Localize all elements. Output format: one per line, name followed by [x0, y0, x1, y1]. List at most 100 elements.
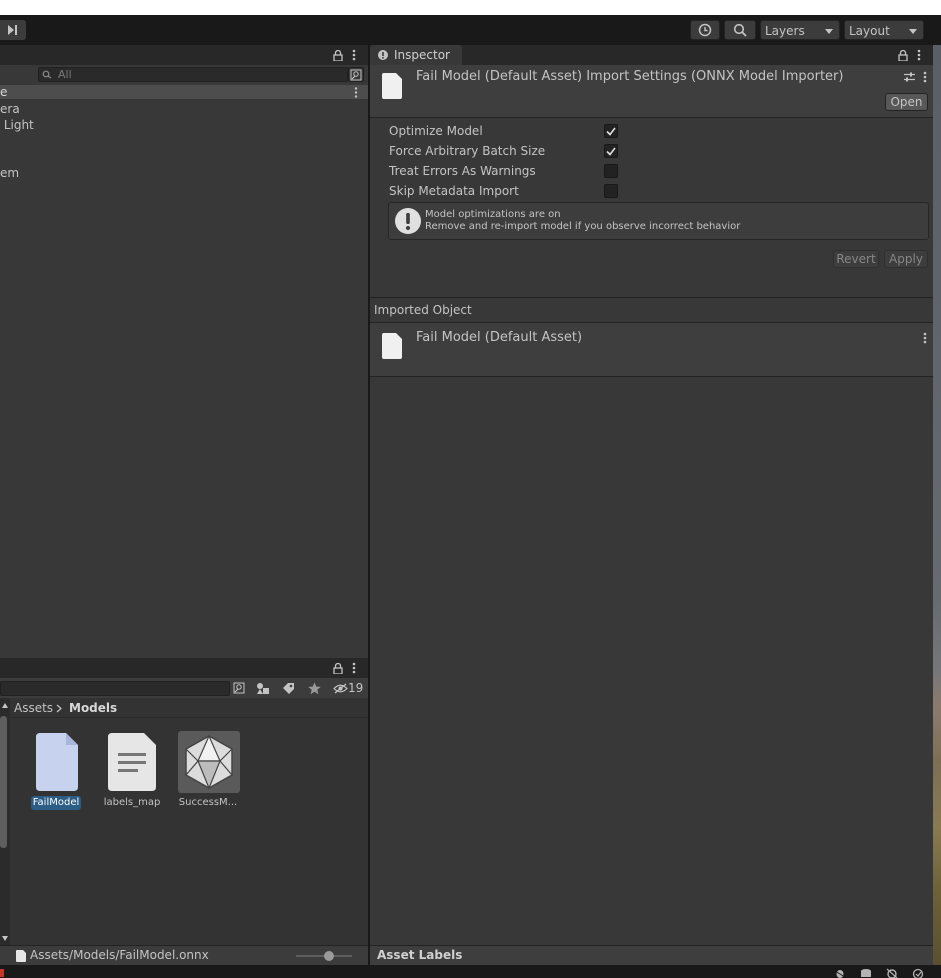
hierarchy-item[interactable]: em — [0, 165, 19, 181]
info-help-box: Model optimizations are on Remove and re… — [388, 202, 929, 240]
layers-dropdown[interactable]: Layers — [760, 20, 840, 40]
folder-tree-scrollbar[interactable] — [0, 698, 10, 945]
project-search-input[interactable] — [0, 681, 230, 696]
checkmark-icon — [606, 147, 616, 156]
chevron-down-icon — [825, 29, 833, 34]
asset-labels-bar[interactable]: Asset Labels — [370, 945, 933, 965]
selected-asset-path: Assets/Models/FailModel.onnx — [30, 948, 209, 962]
progress-icon[interactable] — [912, 968, 924, 978]
imported-object-row: Fail Model (Default Asset) — [370, 322, 933, 377]
file-icon — [382, 73, 402, 99]
asset-item[interactable]: FailModel — [30, 731, 82, 813]
warning-info-icon — [394, 207, 422, 235]
tab-label: Inspector — [394, 48, 450, 62]
history-button[interactable] — [690, 20, 720, 40]
lock-icon[interactable] — [897, 48, 909, 62]
hierarchy-tab-bar — [0, 45, 368, 65]
info-icon — [378, 50, 388, 60]
history-icon — [698, 23, 712, 37]
setting-label: Optimize Model — [389, 124, 483, 138]
hierarchy-item[interactable]: era — [0, 101, 20, 117]
scene-search-icon[interactable] — [232, 681, 246, 695]
file-icon — [16, 950, 26, 962]
hierarchy-search-input[interactable]: All — [38, 67, 348, 82]
tab-inspector[interactable]: Inspector — [370, 45, 462, 65]
skip-metadata-checkbox[interactable] — [604, 184, 618, 198]
inspector-panel: Fail Model (Default Asset) Import Settin… — [370, 65, 933, 945]
search-placeholder: All — [58, 68, 72, 81]
project-browser: Assets Models FailModel labels_map Succe… — [0, 698, 368, 945]
scene-header-label: e — [0, 85, 8, 99]
cache-server-icon[interactable] — [860, 968, 872, 978]
breadcrumb-root[interactable]: Assets — [14, 700, 53, 716]
section-divider — [370, 297, 933, 298]
hierarchy-scene-header[interactable]: e — [0, 85, 368, 99]
hierarchy-panel: All e era Light em — [0, 65, 368, 658]
asset-label: labels_map — [103, 797, 161, 808]
asset-item[interactable]: labels_map — [102, 731, 162, 813]
open-button[interactable]: Open — [885, 93, 928, 111]
more-options-icon[interactable] — [920, 331, 930, 345]
window-top-strip — [0, 0, 941, 15]
label-tag-icon[interactable] — [278, 680, 298, 696]
imported-object-header: Imported Object — [374, 303, 472, 317]
error-icon[interactable] — [0, 969, 4, 977]
inspector-tab-bar: Inspector — [370, 45, 933, 65]
hidden-packages-icon[interactable] — [332, 680, 348, 696]
lock-icon[interactable] — [332, 661, 344, 675]
main-toolbar: Layers Layout — [0, 15, 941, 45]
hidden-packages-count: 19 — [348, 681, 364, 695]
lock-icon[interactable] — [332, 48, 344, 62]
setting-label: Skip Metadata Import — [389, 184, 519, 198]
text-file-icon — [108, 733, 156, 791]
scrollbar-thumb[interactable] — [0, 716, 7, 848]
optimize-model-checkbox[interactable] — [604, 124, 618, 138]
debug-bug-icon[interactable] — [834, 968, 846, 978]
step-icon — [7, 25, 19, 35]
app-status-bar — [0, 965, 941, 978]
breadcrumb: Assets Models — [10, 698, 368, 718]
asset-labels-header: Asset Labels — [377, 948, 463, 962]
treat-errors-checkbox[interactable] — [604, 164, 618, 178]
step-button[interactable] — [0, 20, 26, 40]
more-options-icon[interactable] — [349, 48, 359, 62]
setting-label: Force Arbitrary Batch Size — [389, 144, 546, 158]
imported-object-name: Fail Model (Default Asset) — [416, 330, 583, 345]
revert-button[interactable]: Revert — [833, 250, 879, 268]
scroll-up-icon[interactable] — [2, 703, 8, 708]
scene-search-icon[interactable] — [348, 67, 364, 82]
force-batch-size-checkbox[interactable] — [604, 144, 618, 158]
favorite-star-icon[interactable] — [304, 680, 324, 696]
setting-label: Treat Errors As Warnings — [389, 164, 536, 178]
chevron-right-icon — [56, 704, 62, 713]
layout-dropdown[interactable]: Layout — [844, 20, 924, 40]
search-button[interactable] — [724, 20, 756, 40]
filter-type-icon[interactable] — [253, 680, 273, 696]
project-status-bar: Assets/Models/FailModel.onnx — [0, 945, 368, 965]
file-icon — [36, 733, 78, 791]
hierarchy-item[interactable]: Light — [0, 117, 34, 133]
model-icon — [178, 731, 240, 793]
chevron-down-icon — [909, 29, 917, 34]
asset-item[interactable]: SuccessM... — [176, 731, 240, 813]
more-options-icon[interactable] — [914, 48, 924, 62]
preset-sliders-icon[interactable] — [903, 70, 915, 84]
search-icon — [42, 69, 54, 80]
icon-size-slider[interactable] — [296, 951, 352, 961]
inspector-header: Fail Model (Default Asset) Import Settin… — [370, 65, 933, 118]
more-options-icon[interactable] — [349, 661, 359, 675]
asset-label: SuccessM... — [178, 797, 238, 808]
network-icon[interactable] — [886, 968, 898, 978]
scroll-down-icon[interactable] — [2, 936, 8, 941]
desktop-background — [933, 45, 941, 965]
search-icon — [733, 23, 747, 37]
more-options-icon[interactable] — [351, 86, 361, 98]
layout-dropdown-label: Layout — [849, 24, 890, 38]
file-icon — [382, 333, 402, 359]
breadcrumb-current[interactable]: Models — [69, 700, 117, 716]
project-tab-bar — [0, 658, 368, 678]
slider-thumb[interactable] — [324, 951, 334, 961]
apply-button[interactable]: Apply — [884, 250, 928, 268]
asset-label: FailModel — [31, 796, 81, 810]
more-options-icon[interactable] — [920, 70, 930, 84]
